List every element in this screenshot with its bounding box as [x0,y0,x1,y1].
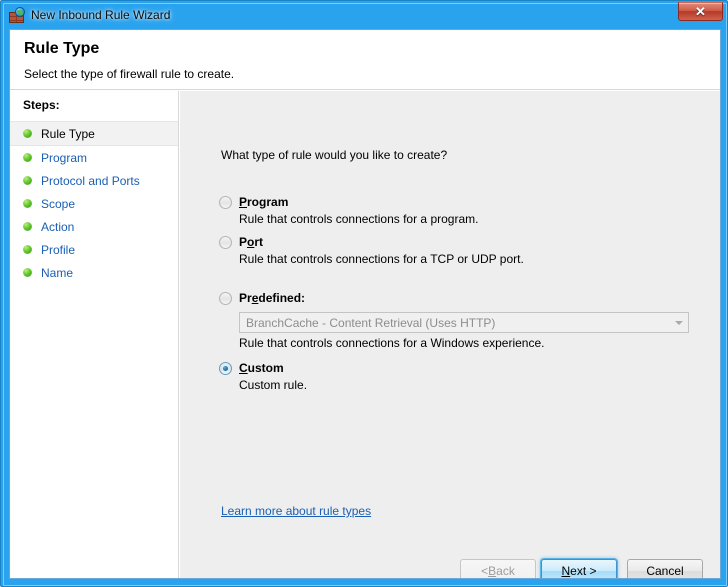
option-port-label: Port [239,235,263,249]
sidebar-item-name[interactable]: Name [10,261,178,284]
sidebar-item-scope[interactable]: Scope [10,192,178,215]
sidebar-item-rule-type[interactable]: Rule Type [10,121,178,146]
title-bar[interactable]: New Inbound Rule Wizard ✕ [1,1,728,29]
step-bullet-icon [23,199,32,208]
predefined-rule-selected-value: BranchCache - Content Retrieval (Uses HT… [246,315,496,330]
main-panel: What type of rule would you like to crea… [180,91,720,578]
option-program[interactable]: Program Rule that controls connections f… [219,195,478,226]
close-button[interactable]: ✕ [678,2,723,21]
option-custom-accel: C [239,361,248,375]
option-port-label-pre: P [239,235,248,249]
page-subtitle: Select the type of firewall rule to crea… [24,67,235,81]
option-port[interactable]: Port Rule that controls connections for … [219,235,524,266]
next-button[interactable]: Next > [541,559,617,578]
sidebar-item-program[interactable]: Program [10,146,178,169]
sidebar-item-protocol-and-ports[interactable]: Protocol and Ports [10,169,178,192]
sidebar-item-profile[interactable]: Profile [10,238,178,261]
cancel-button-label: Cancel [646,564,684,578]
option-custom-label-rest: ustom [247,361,284,375]
option-predefined-label-pre: Pr [239,291,252,305]
window-title: New Inbound Rule Wizard [31,8,171,22]
step-bullet-icon [23,153,32,162]
radio-custom[interactable] [219,362,232,375]
sidebar-item-action[interactable]: Action [10,215,178,238]
steps-sidebar: Steps: Rule Type Program Protocol and Po… [10,91,179,578]
option-program-label-rest: rogram [247,195,289,209]
rule-type-question: What type of rule would you like to crea… [221,148,448,162]
radio-program[interactable] [219,196,232,209]
steps-list: Rule Type Program Protocol and Ports Sco… [10,121,178,284]
next-button-post: ext > [570,564,597,578]
sidebar-item-label: Profile [41,242,76,257]
sidebar-item-label: Protocol and Ports [41,173,140,188]
option-custom-label: Custom [239,361,284,375]
back-button[interactable]: < Back [460,559,536,578]
wizard-client-area: Rule Type Select the type of firewall ru… [9,29,721,579]
radio-predefined[interactable] [219,292,232,305]
option-port-label-rest: rt [254,235,264,249]
option-program-accel: P [239,195,248,209]
back-button-accel: B [488,564,497,578]
sidebar-item-label: Scope [41,196,76,211]
close-icon: ✕ [695,4,706,19]
option-custom[interactable]: Custom Custom rule. [219,361,307,392]
steps-heading: Steps: [23,98,60,112]
option-predefined-description: Rule that controls connections for a Win… [239,336,545,350]
option-predefined-label: Predefined: [239,291,305,305]
step-bullet-icon [23,268,32,277]
option-predefined-label-rest: defined: [258,291,306,305]
option-port-description: Rule that controls connections for a TCP… [239,252,524,266]
step-bullet-icon [23,245,32,254]
cancel-button[interactable]: Cancel [627,559,703,578]
option-custom-description: Custom rule. [239,378,308,392]
page-title: Rule Type [24,40,100,57]
predefined-rule-combobox[interactable]: BranchCache - Content Retrieval (Uses HT… [239,312,689,333]
sidebar-item-label: Rule Type [41,126,95,141]
sidebar-item-label: Name [41,265,74,280]
sidebar-item-label: Action [41,219,75,234]
window-frame: New Inbound Rule Wizard ✕ Rule Type Sele… [0,0,728,587]
firewall-wall-globe-icon [9,7,25,23]
wizard-button-bar: < Back Next > Cancel [180,548,720,578]
back-button-post: ack [496,564,515,578]
sidebar-item-label: Program [41,150,88,165]
next-button-accel: N [561,564,571,578]
chevron-down-icon[interactable] [670,314,687,331]
option-program-description: Rule that controls connections for a pro… [239,212,479,226]
back-button-pre: < [481,564,489,578]
step-bullet-icon [23,129,32,138]
step-bullet-icon [23,176,32,185]
learn-more-link[interactable]: Learn more about rule types [221,504,371,518]
option-predefined[interactable]: Predefined: [219,291,305,305]
radio-port[interactable] [219,236,232,249]
step-bullet-icon [23,222,32,231]
option-program-label: Program [239,195,288,209]
wizard-header: Rule Type Select the type of firewall ru… [10,30,720,90]
